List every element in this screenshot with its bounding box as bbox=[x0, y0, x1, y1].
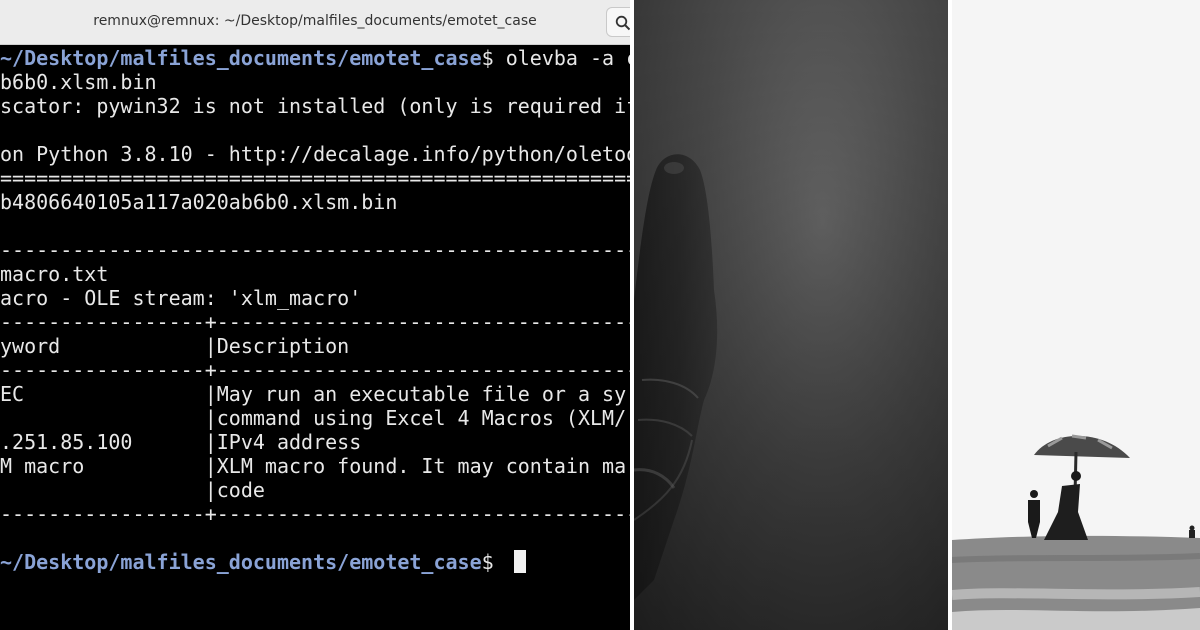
terminal-line: on Python 3.8.10 - http://decalage.info/… bbox=[0, 142, 630, 166]
separator-line: ----------------------------------------… bbox=[0, 238, 630, 262]
photo-underwater-hand bbox=[634, 0, 948, 630]
table-row: M macro |XLM macro found. It may contain… bbox=[0, 454, 627, 478]
terminal-output[interactable]: ~/Desktop/malfiles_documents/emotet_case… bbox=[0, 44, 630, 630]
table-header: yword |Description bbox=[0, 334, 350, 358]
terminal-line: ~/Desktop/malfiles_documents/emotet_case… bbox=[0, 46, 630, 70]
terminal-line: b4806640105a117a020ab6b0.xlsm.bin bbox=[0, 190, 398, 214]
separator-line: ========================================… bbox=[0, 166, 630, 190]
table-row: EC |May run an executable file or a sy bbox=[0, 382, 627, 406]
table-row: |code bbox=[0, 478, 265, 502]
terminal-line: scator: pywin32 is not installed (only i… bbox=[0, 94, 630, 118]
search-button[interactable] bbox=[606, 7, 630, 37]
terminal-line: acro - OLE stream: 'xlm_macro' bbox=[0, 286, 362, 310]
window-title: remnux@remnux: ~/Desktop/malfiles_docume… bbox=[93, 13, 537, 29]
table-row: .251.85.100 |IPv4 address bbox=[0, 430, 362, 454]
prompt-path: ~/Desktop/malfiles_documents/emotet_case bbox=[0, 550, 482, 574]
prompt-path: ~/Desktop/malfiles_documents/emotet_case bbox=[0, 46, 482, 70]
command-text: $ olevba -a c bbox=[481, 46, 630, 70]
table-row: |command using Excel 4 Macros (XLM/ bbox=[0, 406, 627, 430]
terminal-prompt-line[interactable]: ~/Desktop/malfiles_documents/emotet_case… bbox=[0, 550, 526, 574]
terminal-cursor bbox=[513, 550, 526, 573]
hand-silhouette bbox=[634, 0, 948, 630]
table-border: -----------------+----------------------… bbox=[0, 310, 630, 334]
photo-beach-umbrella bbox=[952, 0, 1200, 630]
table-border: -----------------+----------------------… bbox=[0, 358, 630, 382]
table-border: -----------------+----------------------… bbox=[0, 502, 630, 526]
terminal-line: b6b0.xlsm.bin bbox=[0, 70, 157, 94]
beach-scene bbox=[952, 0, 1200, 630]
terminal-titlebar[interactable]: remnux@remnux: ~/Desktop/malfiles_docume… bbox=[0, 0, 630, 45]
terminal-line: macro.txt bbox=[0, 262, 109, 286]
terminal-window[interactable]: remnux@remnux: ~/Desktop/malfiles_docume… bbox=[0, 0, 630, 630]
search-icon bbox=[615, 15, 630, 31]
prompt-symbol: $ bbox=[481, 550, 506, 574]
